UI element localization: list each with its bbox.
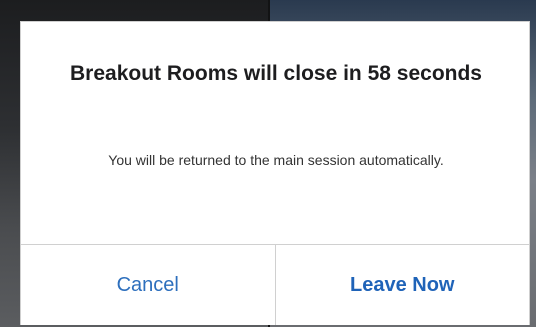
breakout-rooms-closing-dialog: Breakout Rooms will close in 58 seconds … [20, 21, 530, 325]
dialog-message: You will be returned to the main session… [108, 152, 444, 168]
dialog-title: Breakout Rooms will close in 58 seconds [70, 62, 482, 85]
cancel-button[interactable]: Cancel [21, 245, 276, 325]
leave-now-button[interactable]: Leave Now [275, 245, 529, 325]
dialog-button-row: Cancel Leave Now [21, 244, 529, 325]
